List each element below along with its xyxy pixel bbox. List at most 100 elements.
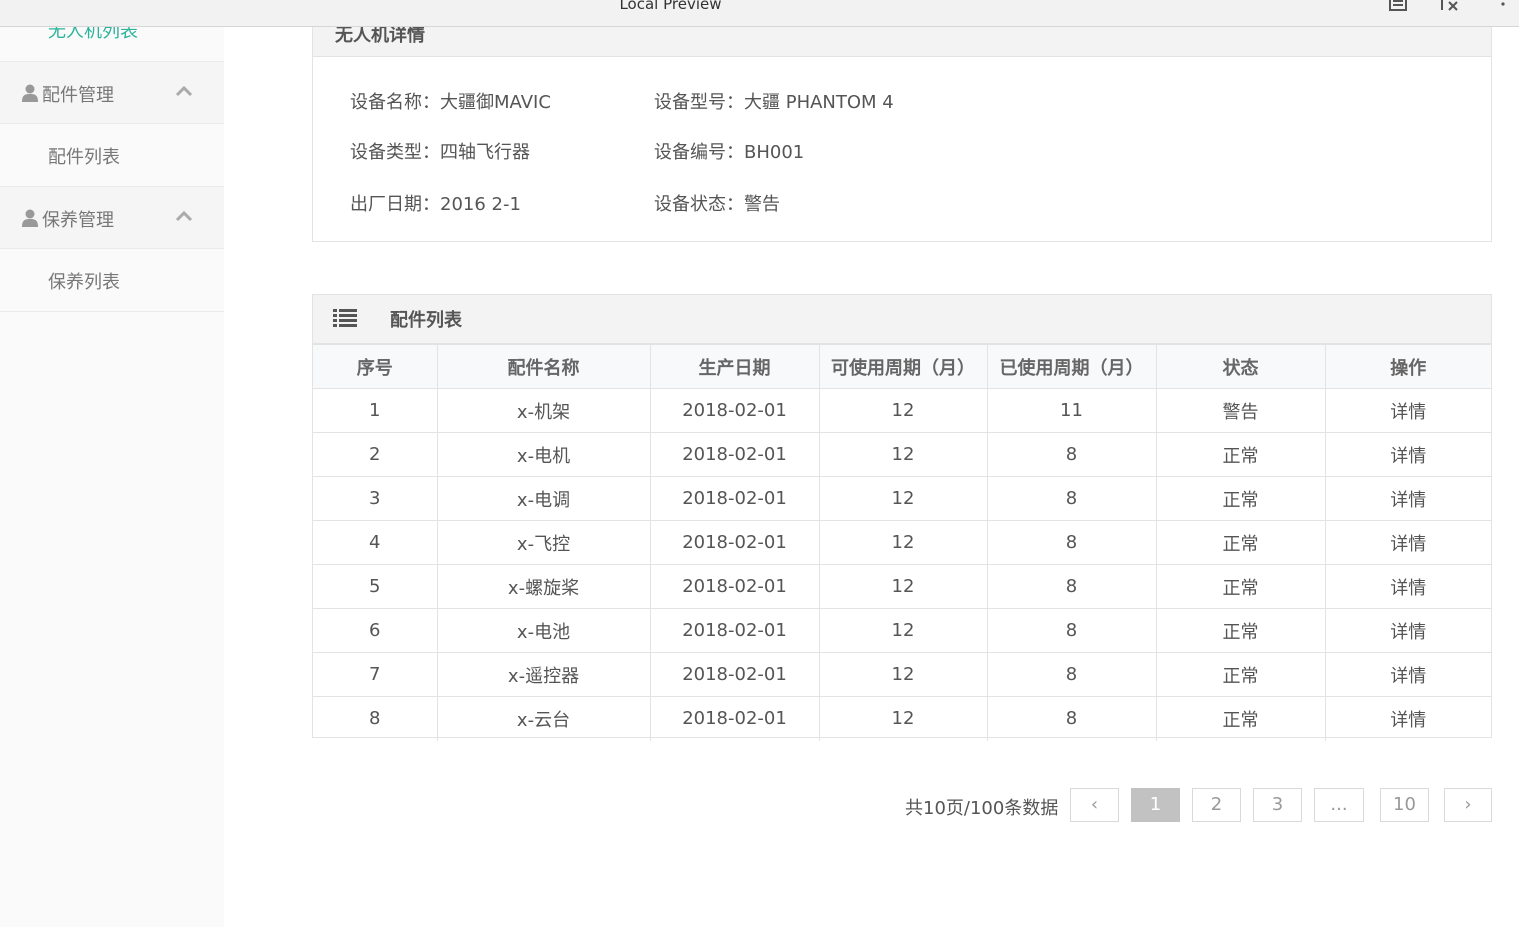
table-row: 1 x-机架 2018-02-01 12 11 警告 详情 [313, 388, 1491, 433]
detail-link[interactable]: 详情 [1324, 652, 1491, 697]
device-status: 设备状态：警告 [654, 194, 780, 215]
pagination-total: 共10页/100条数据 [905, 798, 1059, 819]
detail-link[interactable]: 详情 [1324, 696, 1491, 741]
detail-link[interactable]: 详情 [1324, 432, 1491, 477]
table-cell: 8 [986, 476, 1157, 521]
table-cell: 8 [986, 432, 1157, 477]
table-row: 2 x-电机 2018-02-01 12 8 正常 详情 [313, 432, 1491, 477]
table-row: 4 x-飞控 2018-02-01 12 8 正常 详情 [313, 520, 1491, 565]
formula-icon[interactable] [1438, 0, 1460, 14]
prev-page-button[interactable]: ‹ [1070, 788, 1119, 822]
sidebar-item-maintenance-list[interactable]: 保养列表 [0, 249, 224, 312]
sidebar-group-label: 配件管理 [42, 85, 114, 106]
table-cell: 8 [986, 564, 1157, 609]
table-cell: 4 [313, 520, 438, 565]
device-code: 设备编号：BH001 [654, 142, 805, 163]
detail-link[interactable]: 详情 [1324, 608, 1491, 653]
table-cell: 12 [818, 388, 988, 433]
document-icon[interactable] [1388, 0, 1408, 14]
table-row: 6 x-电池 2018-02-01 12 8 正常 详情 [313, 608, 1491, 653]
table-cell: 正常 [1155, 564, 1326, 609]
table-cell: x-电池 [436, 608, 651, 653]
table-row: 5 x-螺旋桨 2018-02-01 12 8 正常 详情 [313, 564, 1491, 609]
table-cell: 正常 [1155, 696, 1326, 741]
table-cell: 6 [313, 608, 438, 653]
table-cell: 2018-02-01 [649, 696, 820, 741]
table-cell: 12 [818, 476, 988, 521]
table-cell: 5 [313, 564, 438, 609]
list-icon [333, 309, 357, 327]
table-cell: 2018-02-01 [649, 476, 820, 521]
panel-title: 配件列表 [390, 310, 462, 331]
detail-link[interactable]: 详情 [1324, 388, 1491, 433]
table-row: 7 x-遥控器 2018-02-01 12 8 正常 详情 [313, 652, 1491, 697]
table-cell: 2018-02-01 [649, 652, 820, 697]
column-header: 生产日期 [649, 344, 820, 389]
detail-link[interactable]: 详情 [1324, 564, 1491, 609]
sidebar: 无人机列表 配件管理 配件列表 保养管理 保养列表 [0, 0, 224, 927]
page-button-10[interactable]: 10 [1380, 788, 1429, 822]
sidebar-group-parts[interactable]: 配件管理 [0, 62, 224, 124]
page-button-1[interactable]: 1 [1131, 788, 1180, 822]
table-cell: 3 [313, 476, 438, 521]
sidebar-item-label: 保养列表 [48, 272, 120, 293]
chevron-up-icon[interactable] [175, 209, 193, 223]
table-cell: 2018-02-01 [649, 564, 820, 609]
more-vertical-icon[interactable] [1499, 0, 1507, 14]
detail-link[interactable]: 详情 [1324, 476, 1491, 521]
column-header: 操作 [1324, 344, 1491, 389]
table-cell: 8 [986, 520, 1157, 565]
table-cell: 11 [986, 388, 1157, 433]
column-header: 序号 [313, 344, 438, 389]
table-cell: 2018-02-01 [649, 520, 820, 565]
table-cell: x-电调 [436, 476, 651, 521]
table-cell: 12 [818, 652, 988, 697]
column-header: 配件名称 [436, 344, 651, 389]
table-cell: 12 [818, 696, 988, 741]
table-cell: 12 [818, 432, 988, 477]
panel-header: 配件列表 [313, 295, 1491, 344]
production-date: 出厂日期：2016 2-1 [350, 194, 521, 215]
parts-table: 序号 配件名称 生产日期 可使用周期（月） 已使用周期（月） 状态 操作 1 x-机架 2018… [313, 344, 1491, 741]
column-header: 状态 [1155, 344, 1326, 389]
detail-link[interactable]: 详情 [1324, 520, 1491, 565]
drone-detail-panel: 无人机详情 设备名称：大疆御MAVIC 设备型号：大疆 PHANTOM 4 设备… [312, 0, 1492, 242]
page-button-2[interactable]: 2 [1192, 788, 1241, 822]
table-cell: 8 [986, 608, 1157, 653]
chevron-up-icon[interactable] [175, 84, 193, 98]
table-cell: x-飞控 [436, 520, 651, 565]
table-cell: 2018-02-01 [649, 432, 820, 477]
sidebar-item-parts-list[interactable]: 配件列表 [0, 124, 224, 187]
table-cell: 8 [986, 652, 1157, 697]
table-cell: 2018-02-01 [649, 608, 820, 653]
table-cell: 正常 [1155, 476, 1326, 521]
table-cell: 2018-02-01 [649, 388, 820, 433]
table-cell: 7 [313, 652, 438, 697]
preview-titlebar: Local Preview [0, 0, 1519, 27]
sidebar-group-maintenance[interactable]: 保养管理 [0, 187, 224, 249]
table-cell: 12 [818, 564, 988, 609]
next-page-button[interactable]: › [1444, 788, 1492, 822]
table-cell: 2 [313, 432, 438, 477]
column-header: 已使用周期（月） [986, 344, 1157, 389]
table-cell: 警告 [1155, 388, 1326, 433]
table-cell: x-云台 [436, 696, 651, 741]
table-header-row: 序号 配件名称 生产日期 可使用周期（月） 已使用周期（月） 状态 操作 [313, 344, 1491, 389]
table-cell: x-电机 [436, 432, 651, 477]
table-row: 8 x-云台 2018-02-01 12 8 正常 详情 [313, 696, 1491, 741]
table-cell: 正常 [1155, 652, 1326, 697]
table-cell: x-螺旋桨 [436, 564, 651, 609]
page-button-3[interactable]: 3 [1253, 788, 1302, 822]
window-title: Local Preview [619, 0, 722, 13]
device-model: 设备型号：大疆 PHANTOM 4 [654, 92, 894, 113]
page-ellipsis: ... [1314, 788, 1364, 822]
table-cell: 正常 [1155, 520, 1326, 565]
sidebar-item-label: 配件列表 [48, 147, 120, 168]
user-icon [22, 209, 38, 227]
table-cell: 正常 [1155, 432, 1326, 477]
parts-list-panel: 配件列表 序号 配件名称 生产日期 可使用周期（月） 已使用周期（月） 状态 操作 1 x-机… [312, 294, 1492, 741]
table-body: 1 x-机架 2018-02-01 12 11 警告 详情 2 x-电机 2018-02-01 12… [313, 388, 1491, 741]
user-icon [22, 84, 38, 102]
table-cell: 1 [313, 388, 438, 433]
table-cell: x-机架 [436, 388, 651, 433]
